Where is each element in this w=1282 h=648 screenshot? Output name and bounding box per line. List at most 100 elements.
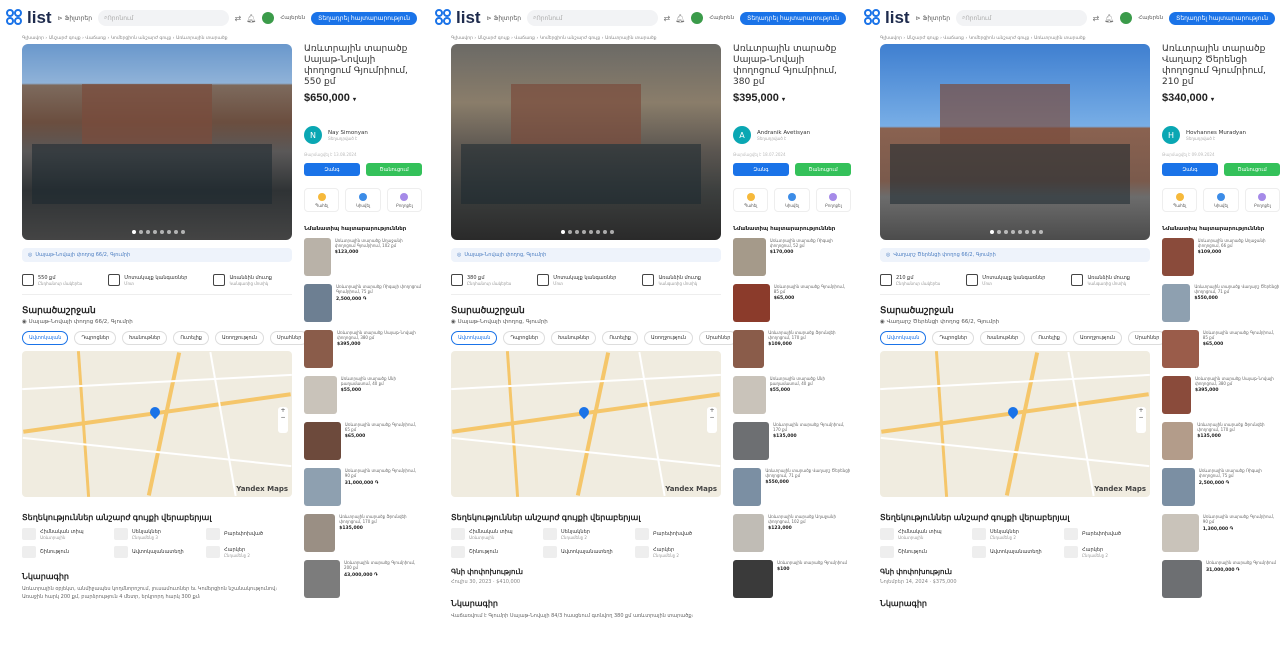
zoom-controls[interactable]: + −	[707, 407, 717, 433]
search-input[interactable]: ⌕ Որոնում	[98, 10, 229, 26]
tab-nearby[interactable]: Ավտոկայան	[22, 331, 69, 345]
user-avatar[interactable]	[691, 12, 704, 24]
similar-listing[interactable]: Առևտրային տարածք Գյումրիում, 90 քմ 31,000…	[304, 468, 422, 508]
call-button[interactable]: Զանգ	[304, 163, 360, 176]
listing-photo[interactable]	[880, 44, 1150, 240]
search-input[interactable]: ⌕ Որոնում	[956, 10, 1087, 26]
action-share-button[interactable]: Կիսվել	[1203, 188, 1239, 212]
action-save-button[interactable]: Պահել	[304, 188, 340, 212]
breadcrumb[interactable]: Գլխավոր › Անշարժ գույք › Վաճառք › Կոմերց…	[858, 36, 1281, 44]
site-logo[interactable]: list	[864, 8, 910, 28]
filters-button[interactable]: ⊳ Ֆիլտրեր	[58, 15, 92, 22]
action-report-button[interactable]: Բողոքել	[386, 188, 422, 212]
similar-listing[interactable]: Առևտրային տարածք Վաղարշ Ծերենցի փողոցում…	[733, 468, 851, 508]
similar-listing[interactable]: Առևտրային տարածք Ֆրունզեի փողոցում, 170 …	[733, 330, 851, 370]
user-avatar[interactable]	[1120, 12, 1133, 24]
search-input[interactable]: ⌕ Որոնում	[527, 10, 658, 26]
tab-nearby[interactable]: Ավտոկայան	[880, 331, 927, 345]
tab-nearby[interactable]: Դպրոցներ	[932, 331, 975, 345]
tab-nearby[interactable]: Սրահներ	[270, 331, 309, 345]
similar-listing[interactable]: Առևտրային տարածք Աղաջանի փողոցում Գյումր…	[304, 238, 422, 278]
post-ad-button[interactable]: Տեղադրել հայտարարություն	[1169, 11, 1275, 25]
site-logo[interactable]: list	[435, 8, 481, 28]
compare-icon[interactable]: ⇄	[235, 14, 242, 23]
bell-icon[interactable]: 🔔︎	[246, 14, 256, 23]
similar-listing[interactable]: Առևտրային տարածք Գյումրիում 31,000,000 ֏	[1162, 560, 1280, 600]
action-save-button[interactable]: Պահել	[1162, 188, 1198, 212]
map-view[interactable]: + − Yandex Maps	[451, 351, 721, 497]
post-ad-button[interactable]: Տեղադրել հայտարարություն	[311, 11, 417, 25]
zoom-controls[interactable]: + −	[278, 407, 288, 433]
address-bar[interactable]: ◎ Սայաթ-Նովայի փողոց, Գյումրի	[451, 248, 721, 262]
map-pin-icon[interactable]	[576, 404, 592, 420]
similar-listing[interactable]: Առևտրային տարածք Անի թաղամասում, 40 քմ $5…	[304, 376, 422, 416]
tab-nearby[interactable]: Դպրոցներ	[74, 331, 117, 345]
map-pin-icon[interactable]	[1005, 404, 1021, 420]
listing-photo[interactable]	[22, 44, 292, 240]
post-ad-button[interactable]: Տեղադրել հայտարարություն	[740, 11, 846, 25]
tab-nearby[interactable]: Առողջություն	[214, 331, 265, 345]
tab-nearby[interactable]: Սրահներ	[699, 331, 738, 345]
seller-card[interactable]: A Andranik Avetisyan Տեղադրված է	[733, 126, 851, 144]
similar-listing[interactable]: Առևտրային տարածք Սայաթ-Նովայի փողոցում, …	[1162, 376, 1280, 416]
photo-pagination[interactable]	[132, 230, 185, 234]
similar-listing[interactable]: Առևտրային տարածք Գյումրիում, 65 քմ $65,00…	[304, 422, 422, 462]
map-pin-icon[interactable]	[147, 404, 163, 420]
similar-listing[interactable]: Առևտրային տարածք Աղաջանի փողոցում, 66 քմ…	[1162, 238, 1280, 278]
listing-price[interactable]: $650,000 ▾	[304, 92, 422, 104]
map-view[interactable]: + − Yandex Maps	[880, 351, 1150, 497]
similar-listing[interactable]: Առևտրային տարածք Ռիգայի փողոցում Գյումրի…	[304, 284, 422, 324]
zoom-controls[interactable]: + −	[1136, 407, 1146, 433]
listing-price[interactable]: $395,000 ▾	[733, 92, 851, 104]
photo-pagination[interactable]	[561, 230, 614, 234]
bell-icon[interactable]: 🔔︎	[675, 14, 685, 23]
message-button[interactable]: Ծանուցում	[795, 163, 851, 176]
listing-price[interactable]: $340,000 ▾	[1162, 92, 1280, 104]
similar-listing[interactable]: Առևտրային տարածք Սայաթ-Նովայի փողոցում, …	[304, 330, 422, 370]
similar-listing[interactable]: Առևտրային տարածք Աղաջանի փողոցում, 102 ք…	[733, 514, 851, 554]
listing-photo[interactable]	[451, 44, 721, 240]
tab-nearby[interactable]: Խանութներ	[122, 331, 168, 345]
tab-nearby[interactable]: Ուտելիք	[173, 331, 209, 345]
language-select[interactable]: Հայերեն	[1138, 15, 1163, 21]
breadcrumb[interactable]: Գլխավոր › Անշարժ գույք › Վաճառք › Կոմերց…	[429, 36, 852, 44]
message-button[interactable]: Ծանուցում	[366, 163, 422, 176]
action-report-button[interactable]: Բողոքել	[815, 188, 851, 212]
call-button[interactable]: Զանգ	[733, 163, 789, 176]
user-avatar[interactable]	[262, 12, 275, 24]
action-report-button[interactable]: Բողոքել	[1244, 188, 1280, 212]
compare-icon[interactable]: ⇄	[664, 14, 671, 23]
breadcrumb[interactable]: Գլխավոր › Անշարժ գույք › Վաճառք › Կոմերց…	[0, 36, 423, 44]
tab-nearby[interactable]: Դպրոցներ	[503, 331, 546, 345]
tab-nearby[interactable]: Առողջություն	[643, 331, 694, 345]
similar-listing[interactable]: Առևտրային տարածք Գյումրիում, 85 քմ $65,00…	[1162, 330, 1280, 370]
compare-icon[interactable]: ⇄	[1093, 14, 1100, 23]
tab-nearby[interactable]: Ուտելիք	[602, 331, 638, 345]
seller-card[interactable]: H Hovhannes Muradyan Տեղադրված է	[1162, 126, 1280, 144]
tab-nearby[interactable]: Սրահներ	[1128, 331, 1167, 345]
address-bar[interactable]: ◎ Սայաթ-Նովայի փողոց 66/2, Գյումրի	[22, 248, 292, 262]
tab-nearby[interactable]: Ավտոկայան	[451, 331, 498, 345]
similar-listing[interactable]: Առևտրային տարածք Ֆրունզեի փողոցում, 170 …	[1162, 422, 1280, 462]
similar-listing[interactable]: Առևտրային տարածք Ռիգայի փողոցում, 75 քմ 2…	[1162, 468, 1280, 508]
tab-nearby[interactable]: Առողջություն	[1072, 331, 1123, 345]
address-bar[interactable]: ◎ Վաղարշ Ծերենցի փողոց 66/2, Գյումրի	[880, 248, 1150, 262]
similar-listing[interactable]: Առևտրային տարածք Վաղարշ Ծերենցի փողոցում…	[1162, 284, 1280, 324]
map-view[interactable]: + − Yandex Maps	[22, 351, 292, 497]
tab-nearby[interactable]: Խանութներ	[551, 331, 597, 345]
site-logo[interactable]: list	[6, 8, 52, 28]
language-select[interactable]: Հայերեն	[280, 15, 305, 21]
similar-listing[interactable]: Առևտրային տարածք Գյումրիում, 200 քմ 43,00…	[304, 560, 422, 600]
similar-listing[interactable]: Առևտրային տարածք Գյումրիում, 170 քմ $135,…	[733, 422, 851, 462]
tab-nearby[interactable]: Ուտելիք	[1031, 331, 1067, 345]
similar-listing[interactable]: Առևտրային տարածք Անի թաղամասում, 40 քմ $5…	[733, 376, 851, 416]
photo-pagination[interactable]	[990, 230, 1043, 234]
similar-listing[interactable]: Առևտրային տարածք Գյումրիում, 85 քմ $65,00…	[733, 284, 851, 324]
call-button[interactable]: Զանգ	[1162, 163, 1218, 176]
seller-card[interactable]: N Nay Simonyan Տեղադրված է	[304, 126, 422, 144]
bell-icon[interactable]: 🔔︎	[1104, 14, 1114, 23]
filters-button[interactable]: ⊳ Ֆիլտրեր	[916, 15, 950, 22]
tab-nearby[interactable]: Խանութներ	[980, 331, 1026, 345]
action-share-button[interactable]: Կիսվել	[345, 188, 381, 212]
similar-listing[interactable]: Առևտրային տարածք Ռիգայի փողոցում, 52 քմ $…	[733, 238, 851, 278]
